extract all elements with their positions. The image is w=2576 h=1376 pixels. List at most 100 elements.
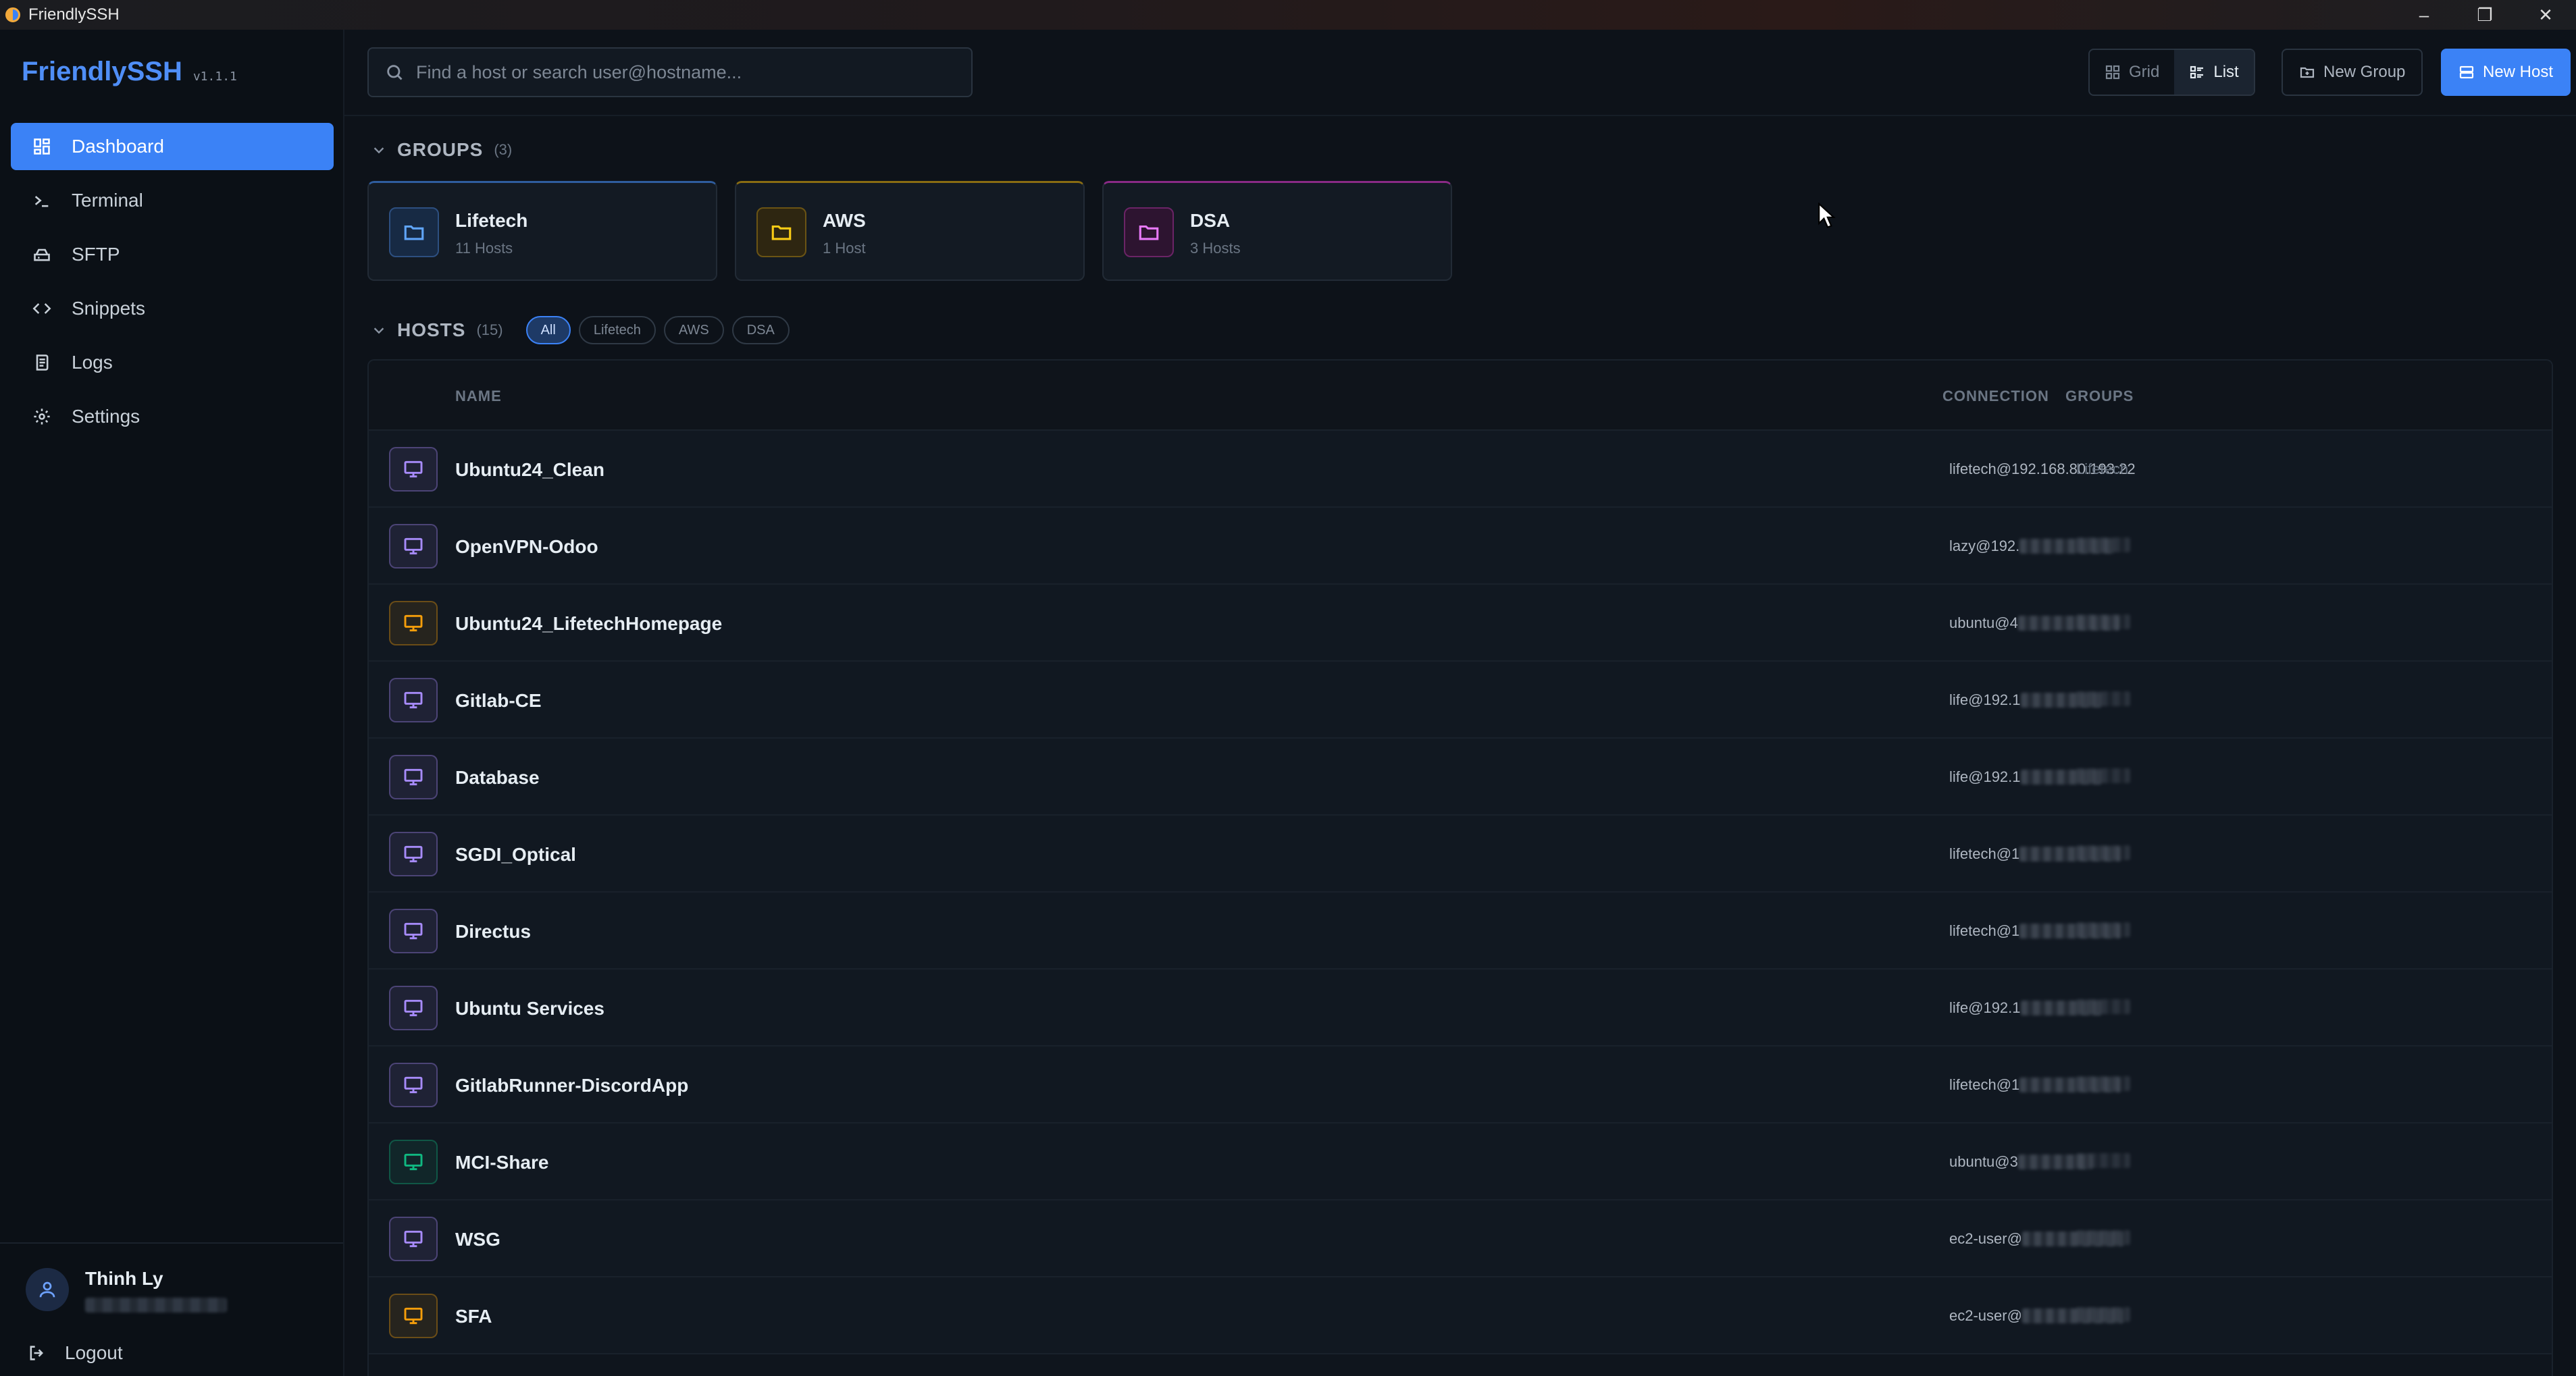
table-row[interactable]: GitlabRunner-DiscordApp lifetech@1 (369, 1047, 2552, 1123)
host-name: Ubuntu24_LifetechHomepage (455, 613, 723, 634)
sidebar-item-label: Settings (72, 406, 140, 427)
sidebar-item-label: Dashboard (72, 136, 164, 157)
host-connection-text: lifetech@1 (1949, 1076, 2020, 1093)
monitor-icon (389, 832, 438, 876)
view-grid-label: Grid (2129, 63, 2160, 81)
host-name: Database (455, 767, 540, 788)
table-row[interactable]: MCI-Share ubuntu@3 (369, 1123, 2552, 1200)
app-title-area: FriendlySSH (0, 5, 120, 24)
restore-icon[interactable]: ❐ (2454, 0, 2515, 30)
filter-chip-dsa[interactable]: DSA (731, 316, 790, 344)
group-card-lifetech[interactable]: Lifetech 11 Hosts (367, 181, 717, 281)
search-icon (387, 65, 403, 80)
sidebar-item-sftp[interactable]: SFTP (11, 231, 334, 278)
host-connection: ubuntu@3 (1949, 1153, 2092, 1171)
host-name: WSG (455, 1229, 500, 1250)
monitor-icon (389, 755, 438, 799)
hosts-title: HOSTS (397, 319, 466, 340)
sidebar-item-snippets[interactable]: Snippets (11, 285, 334, 332)
table-row[interactable]: SFA ec2-user@ (369, 1277, 2552, 1354)
folder-icon (1124, 207, 1174, 257)
window-title: FriendlySSH (28, 5, 120, 24)
group-name: Lifetech (455, 210, 528, 231)
minimize-icon[interactable]: – (2394, 0, 2454, 30)
host-name: OpenVPN-Odoo (455, 536, 598, 557)
monitor-icon (389, 678, 438, 722)
column-header-groups[interactable]: GROUPS (2065, 388, 2134, 405)
redacted-text (2076, 1307, 2130, 1322)
monitor-icon (389, 909, 438, 953)
search-input[interactable] (416, 61, 956, 83)
new-group-label: New Group (2323, 63, 2406, 81)
group-card-dsa[interactable]: DSA 3 Hosts (1102, 181, 1452, 281)
redacted-text (2076, 1153, 2130, 1168)
view-toggle: Grid List (2088, 49, 2255, 96)
column-header-name[interactable]: NAME (455, 388, 502, 405)
host-connection-text: ec2-user@ (1949, 1307, 2022, 1324)
new-host-label: New Host (2483, 63, 2554, 81)
table-row[interactable]: Ubuntu24_Clean lifetech@192.168.80.193:22… (369, 431, 2552, 508)
table-row[interactable]: OpenVPN-Odoo lazy@192. (369, 508, 2552, 585)
avatar[interactable] (26, 1268, 69, 1311)
table-row[interactable]: Database life@192.1 (369, 739, 2552, 816)
logout-icon (30, 1346, 43, 1360)
sidebar: FriendlySSH v1.1.1 Dashboard Terminal SF… (0, 30, 344, 1376)
column-header-connection[interactable]: CONNECTION (1942, 388, 2049, 405)
sidebar-item-label: SFTP (72, 244, 120, 265)
view-list-button[interactable]: List (2174, 50, 2254, 95)
host-group (2076, 537, 2130, 556)
folder-icon (756, 207, 806, 257)
host-group (2076, 614, 2130, 633)
user-panel: Thinh Ly Logout (0, 1242, 343, 1376)
host-name: Directus (455, 921, 532, 942)
table-row[interactable]: SGDI_Optical lifetech@1 (369, 816, 2552, 893)
table-body: Ubuntu24_Clean lifetech@192.168.80.193:22… (369, 431, 2552, 1354)
groups-section-header[interactable]: GROUPS (3) (371, 139, 512, 161)
table-row[interactable]: Directus lifetech@1 (369, 893, 2552, 970)
host-connection-text: lazy@192. (1949, 537, 2020, 554)
redacted-text (2076, 999, 2130, 1014)
host-connection-text: life@192.1 (1949, 768, 2021, 785)
group-card-aws[interactable]: AWS 1 Host (735, 181, 1085, 281)
sidebar-item-terminal[interactable]: Terminal (11, 177, 334, 224)
monitor-icon (389, 601, 438, 645)
monitor-icon (389, 986, 438, 1030)
host-group (2076, 1230, 2130, 1249)
sidebar-item-label: Terminal (72, 190, 143, 211)
monitor-icon (389, 1294, 438, 1338)
host-group: Lifetech (2076, 460, 2129, 477)
topbar: Grid List New Group New Host (344, 30, 2576, 116)
new-group-button[interactable]: New Group (2282, 49, 2423, 96)
new-host-button[interactable]: New Host (2441, 49, 2571, 96)
filter-chip-all[interactable]: All (525, 316, 571, 344)
user-email-redacted (85, 1298, 227, 1313)
logout-button[interactable]: Logout (27, 1342, 123, 1364)
host-group (2076, 999, 2130, 1018)
filter-chip-aws[interactable]: AWS (663, 316, 724, 344)
brand-name: FriendlySSH (22, 57, 182, 86)
table-row[interactable]: WSG ec2-user@ (369, 1200, 2552, 1277)
table-row[interactable]: Ubuntu24_LifetechHomepage ubuntu@4 (369, 585, 2552, 662)
search-box[interactable] (367, 47, 973, 97)
sidebar-item-logs[interactable]: Logs (11, 339, 334, 386)
table-row[interactable]: Ubuntu Services life@192.1 (369, 970, 2552, 1047)
host-filter-chips: All Lifetech AWS DSA (525, 316, 790, 344)
table-row[interactable]: Gitlab-CE life@192.1 (369, 662, 2552, 739)
host-connection-text: lifetech@1 (1949, 845, 2020, 862)
window-controls: – ❐ ✕ (2394, 0, 2576, 30)
groups-title: GROUPS (397, 139, 484, 160)
view-grid-button[interactable]: Grid (2090, 50, 2174, 95)
brand: FriendlySSH v1.1.1 (0, 30, 343, 87)
chevron-down-icon[interactable] (371, 323, 386, 338)
redacted-text (2076, 1230, 2130, 1245)
host-group (2076, 922, 2130, 941)
filter-chip-lifetech[interactable]: Lifetech (578, 316, 656, 344)
drive-icon (31, 244, 53, 265)
sidebar-item-settings[interactable]: Settings (11, 393, 334, 440)
redacted-text (2076, 922, 2130, 937)
host-connection-text: life@192.1 (1949, 691, 2021, 708)
host-name: SFA (455, 1306, 492, 1327)
close-icon[interactable]: ✕ (2515, 0, 2576, 30)
sidebar-item-dashboard[interactable]: Dashboard (11, 123, 334, 170)
monitor-icon (389, 1217, 438, 1261)
